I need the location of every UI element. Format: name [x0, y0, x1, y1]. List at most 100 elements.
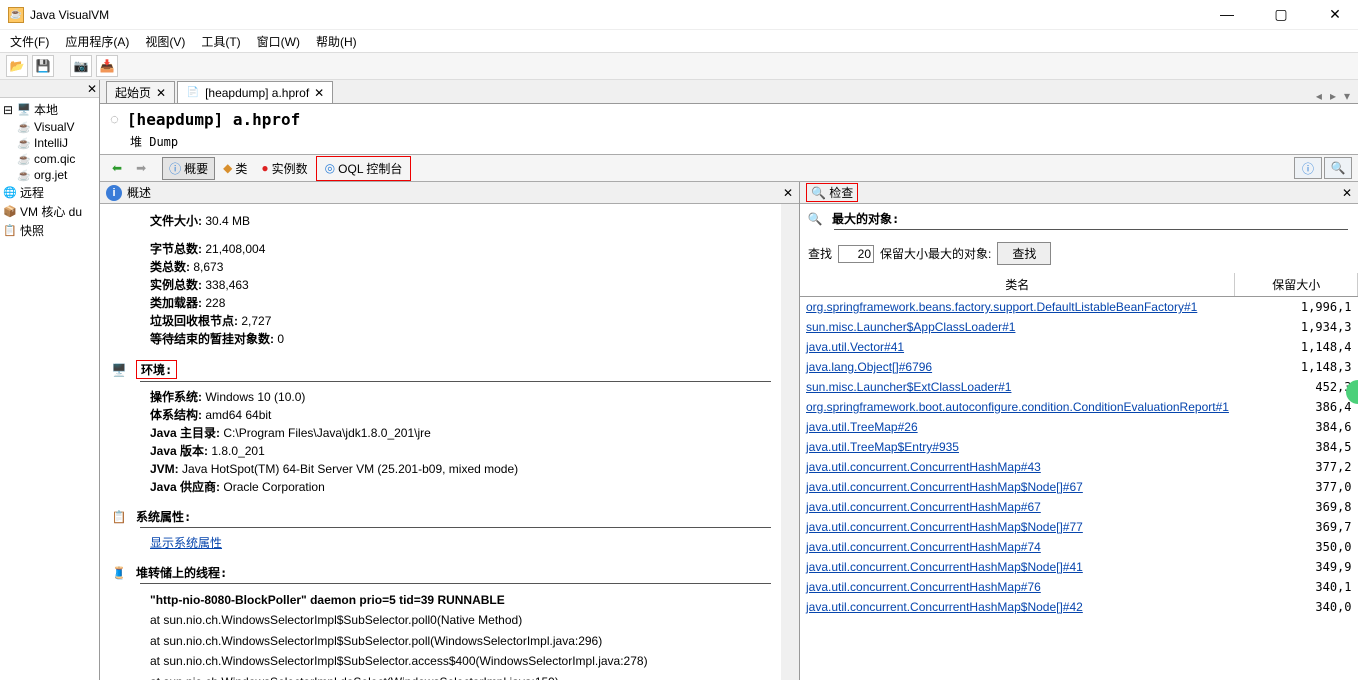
tree-item[interactable]: IntelliJ [34, 136, 68, 150]
find-text: 保留大小最大的对象: [880, 245, 991, 262]
class-link[interactable]: java.util.concurrent.ConcurrentHashMap$N… [806, 560, 1083, 574]
retained-size: 369,8 [1235, 497, 1358, 517]
table-row[interactable]: java.util.concurrent.ConcurrentHashMap#7… [800, 537, 1358, 557]
col-classname[interactable]: 类名 [800, 273, 1235, 297]
btn-instances[interactable]: ●实例数 [255, 158, 313, 179]
computer-icon: 🖥️ [110, 362, 128, 378]
toolbar-snapshot-icon[interactable]: 📷 [70, 55, 92, 77]
class-link[interactable]: java.util.concurrent.ConcurrentHashMap$N… [806, 520, 1083, 534]
retained-size: 350,0 [1235, 537, 1358, 557]
class-link[interactable]: java.util.concurrent.ConcurrentHashMap#6… [806, 500, 1041, 514]
app-icon: ☕ [8, 7, 24, 23]
tree-item[interactable]: org.jet [34, 168, 67, 182]
sidebar-close-icon[interactable]: ✕ [87, 82, 97, 96]
class-link[interactable]: java.util.concurrent.ConcurrentHashMap#7… [806, 540, 1041, 554]
table-row[interactable]: java.util.concurrent.ConcurrentHashMap#6… [800, 497, 1358, 517]
tree-item[interactable]: VisualV [34, 120, 74, 134]
close-button[interactable]: ✕ [1320, 6, 1350, 23]
app-node-icon: ☕ [16, 152, 32, 166]
app-node-icon: ☕ [16, 168, 32, 182]
table-row[interactable]: sun.misc.Launcher$ExtClassLoader#1452,3 [800, 377, 1358, 397]
menu-view[interactable]: 视图(V) [141, 31, 189, 52]
tab-heapdump[interactable]: 📄[heapdump] a.hprof✕ [177, 81, 333, 103]
table-row[interactable]: java.util.concurrent.ConcurrentHashMap$N… [800, 477, 1358, 497]
find-count-input[interactable] [838, 245, 874, 263]
find-label: 查找 [808, 245, 832, 262]
tab-next-icon[interactable]: ▸ [1330, 89, 1336, 103]
tree-item[interactable]: com.qic [34, 152, 75, 166]
tree-local[interactable]: 本地 [34, 101, 58, 118]
toolbar-save-icon[interactable]: 💾 [32, 55, 54, 77]
table-row[interactable]: org.springframework.boot.autoconfigure.c… [800, 397, 1358, 417]
page-subtitle: 堆 Dump [110, 129, 1348, 150]
maximize-button[interactable]: ▢ [1266, 6, 1296, 23]
table-row[interactable]: java.util.concurrent.ConcurrentHashMap$N… [800, 517, 1358, 537]
retained-size: 377,0 [1235, 477, 1358, 497]
page-title: [heapdump] a.hprof [127, 110, 300, 129]
toolbar-heapdump-icon[interactable]: 📥 [96, 55, 118, 77]
table-row[interactable]: org.springframework.beans.factory.suppor… [800, 297, 1358, 318]
tree-toggle-icon[interactable]: ⊟ [2, 103, 14, 117]
table-row[interactable]: sun.misc.Launcher$AppClassLoader#11,934,… [800, 317, 1358, 337]
retained-size: 369,7 [1235, 517, 1358, 537]
stack-line: at sun.nio.ch.WindowsSelectorImpl$SubSel… [150, 610, 781, 630]
snapshot-icon: 📋 [2, 224, 18, 238]
table-row[interactable]: java.lang.Object[]#6796 1,148,3 [800, 357, 1358, 377]
class-link[interactable]: java.util.TreeMap#26 [806, 420, 918, 434]
window-title: Java VisualVM [30, 8, 1212, 22]
table-row[interactable]: java.util.Vector#411,148,4 [800, 337, 1358, 357]
nav-fwd-icon[interactable]: ➡ [130, 159, 152, 177]
class-link[interactable]: java.util.concurrent.ConcurrentHashMap#7… [806, 580, 1041, 594]
class-link[interactable]: org.springframework.beans.factory.suppor… [806, 300, 1197, 314]
tree-vmcore[interactable]: VM 核心 du [20, 203, 82, 220]
class-link[interactable]: sun.misc.Launcher$AppClassLoader#1 [806, 320, 1015, 334]
table-row[interactable]: java.util.concurrent.ConcurrentHashMap#4… [800, 457, 1358, 477]
tab-start[interactable]: 起始页✕ [106, 81, 175, 103]
nav-back-icon[interactable]: ⬅ [106, 159, 128, 177]
search-button[interactable]: 🔍 [1324, 157, 1352, 179]
class-link[interactable]: org.springframework.boot.autoconfigure.c… [806, 400, 1229, 414]
menu-help[interactable]: 帮助(H) [312, 31, 361, 52]
retained-size: 1,148,3 [1235, 357, 1358, 377]
class-link[interactable]: java.lang.Object[]#6796 [806, 360, 932, 374]
section-env-title: 环境: [136, 360, 177, 379]
tree-snapshot[interactable]: 快照 [20, 222, 44, 239]
stack-line: at sun.nio.ch.WindowsSelectorImpl.doSele… [150, 672, 781, 680]
search-icon: 🔍 [811, 186, 826, 200]
btn-classes[interactable]: ◆类 [217, 158, 253, 179]
stack-line: at sun.nio.ch.WindowsSelectorImpl$SubSel… [150, 651, 781, 671]
tab-close-icon[interactable]: ✕ [156, 86, 166, 100]
btn-oql-console[interactable]: ◎OQL 控制台 [319, 158, 409, 179]
panel-close-icon[interactable]: ✕ [1342, 186, 1352, 200]
table-row[interactable]: java.util.TreeMap$Entry#935384,5 [800, 437, 1358, 457]
panel-close-icon[interactable]: ✕ [783, 186, 793, 200]
minimize-button[interactable]: — [1212, 6, 1242, 23]
retained-size: 340,0 [1235, 597, 1358, 617]
section-threads-title: 堆转储上的线程: [136, 564, 227, 581]
table-row[interactable]: java.util.concurrent.ConcurrentHashMap$N… [800, 597, 1358, 617]
col-retained[interactable]: 保留大小 [1235, 273, 1358, 297]
tree-remote[interactable]: 远程 [20, 184, 44, 201]
tab-menu-icon[interactable]: ▾ [1344, 89, 1350, 103]
table-row[interactable]: java.util.TreeMap#26384,6 [800, 417, 1358, 437]
class-link[interactable]: java.util.concurrent.ConcurrentHashMap$N… [806, 480, 1083, 494]
table-row[interactable]: java.util.concurrent.ConcurrentHashMap#7… [800, 577, 1358, 597]
tab-close-icon[interactable]: ✕ [314, 86, 324, 100]
show-sysprops-link[interactable]: 显示系统属性 [150, 536, 222, 550]
app-node-icon: ☕ [16, 136, 32, 150]
class-link[interactable]: java.util.Vector#41 [806, 340, 904, 354]
class-link[interactable]: sun.misc.Launcher$ExtClassLoader#1 [806, 380, 1011, 394]
class-link[interactable]: java.util.concurrent.ConcurrentHashMap#4… [806, 460, 1041, 474]
menu-window[interactable]: 窗口(W) [253, 31, 304, 52]
table-row[interactable]: java.util.concurrent.ConcurrentHashMap$N… [800, 557, 1358, 577]
tab-prev-icon[interactable]: ◂ [1316, 89, 1322, 103]
menu-file[interactable]: 文件(F) [6, 31, 53, 52]
info-button[interactable]: ⓘ [1294, 157, 1322, 179]
toolbar-open-icon[interactable]: 📂 [6, 55, 28, 77]
class-link[interactable]: java.util.concurrent.ConcurrentHashMap$N… [806, 600, 1083, 614]
btn-overview[interactable]: ⓘ概要 [162, 157, 215, 180]
menu-apps[interactable]: 应用程序(A) [61, 31, 133, 52]
class-link[interactable]: java.util.TreeMap$Entry#935 [806, 440, 959, 454]
menu-tools[interactable]: 工具(T) [197, 31, 244, 52]
find-button[interactable]: 查找 [997, 242, 1051, 265]
